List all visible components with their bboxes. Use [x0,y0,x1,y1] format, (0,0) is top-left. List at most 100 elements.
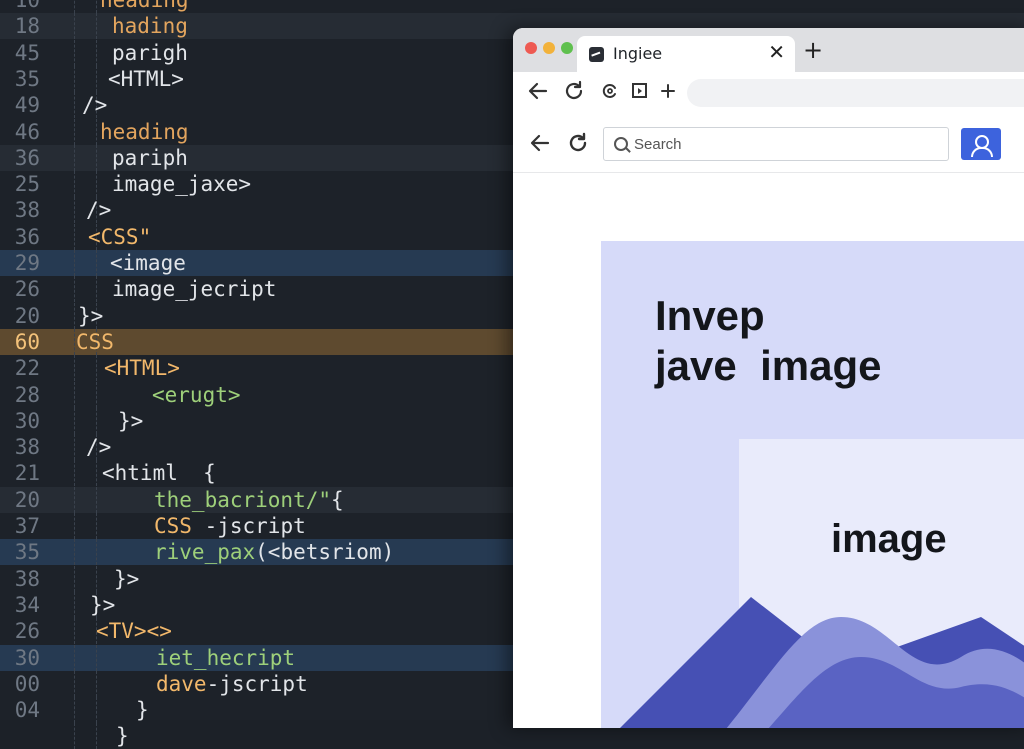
code-token: <image [110,251,186,275]
indent-guide [74,407,76,434]
browser-tab[interactable]: Ingiee ✕ [577,36,795,72]
indent-guide [96,355,98,382]
arrow-left-icon[interactable] [527,80,549,108]
line-number: 00 [14,671,40,696]
code-text: parigh [112,40,188,66]
code-text: }> [118,408,143,434]
indent-guide [96,407,98,434]
arrow-left-icon[interactable] [529,132,551,160]
indent-guide [96,0,98,13]
indent-guide [74,302,76,329]
indent-guide [74,460,76,487]
maximize-window-button[interactable] [561,42,573,54]
close-window-button[interactable] [525,42,537,54]
search-box [603,127,949,161]
indent-guide [74,0,76,13]
code-text: <htiml { [102,460,216,486]
screen-icon[interactable] [629,80,651,108]
code-token: dave [156,671,207,696]
indent-guide [96,565,98,592]
reload-icon[interactable] [563,80,585,108]
code-token: pariph [112,145,188,170]
indent-guide [96,486,98,513]
indent-guide [74,723,76,749]
line-number: 26 [14,277,40,302]
indent-guide [96,381,98,408]
indent-guide [74,197,76,224]
indent-guide [74,486,76,513]
line-number: 49 [14,93,40,118]
indent-guide [96,171,98,198]
indent-guide [96,250,98,276]
code-text: CSS -jscript [154,513,306,539]
indent-guide [74,591,76,618]
reload-icon[interactable] [567,132,589,160]
sync-icon[interactable] [599,80,621,108]
line-number: 20 [14,303,40,328]
code-token: iet_hecript [156,645,296,670]
indent-guide [74,644,76,671]
indent-guide [96,670,98,697]
code-token: (<betsriom) [255,540,395,565]
site-icon [589,47,604,62]
line-number: 29 [14,251,40,275]
line-number: 21 [14,461,40,486]
code-text: <HTML> [104,355,180,381]
code-text: <HTML> [108,66,184,92]
indent-guide [96,13,98,40]
code-text: dave-jscript [156,671,308,697]
code-text: }> [90,592,115,618]
user-account-button[interactable] [961,128,1001,160]
code-line[interactable]: 10 heading [0,0,1024,13]
indent-guide [96,723,98,749]
code-text: pariph [112,145,188,171]
line-number: 25 [14,172,40,197]
line-number: 30 [14,408,40,433]
code-text: }> [114,566,139,592]
code-text: <image [110,250,186,276]
indent-guide [96,39,98,66]
line-number: 18 [14,14,40,39]
code-token: parigh [112,40,188,65]
code-token: image_jecript [112,277,277,302]
code-text: CSS [76,329,114,355]
indent-guide [74,355,76,382]
line-number: 22 [14,356,40,381]
code-text: <TV><> [96,618,172,644]
line-number: 04 [14,698,40,723]
code-text: /> [86,434,111,460]
code-text: image_jecript [112,276,276,302]
code-token: /> [86,435,112,460]
minimize-window-button[interactable] [543,42,555,54]
code-text: rive_pax(<betsriom) [154,539,394,565]
image-card-label: image [831,517,947,561]
plus-icon[interactable] [657,80,679,108]
indent-guide [74,39,76,66]
code-text: }> [78,303,103,329]
indent-guide [74,276,76,303]
line-number: 36 [14,224,40,249]
line-number: 34 [14,592,40,617]
code-token: }> [118,408,144,433]
indent-guide [74,670,76,697]
code-token: heading [100,119,189,144]
indent-guide [74,92,76,119]
indent-guide [74,618,76,645]
line-number: 38 [14,435,40,460]
plus-icon[interactable]: + [803,38,823,62]
code-token: CSS [154,514,192,538]
code-text: <CSS" [88,224,151,250]
line-number: 30 [14,645,40,670]
indent-guide [96,144,98,171]
code-token: CSS [76,329,114,354]
indent-guide [74,223,76,250]
close-icon[interactable]: ✕ [768,40,785,64]
search-input[interactable] [632,128,936,160]
hero-banner: Invep jave image image [601,241,1024,728]
code-text: /> [82,92,107,118]
code-token: heading [100,0,189,12]
line-number: 20 [14,487,40,512]
code-token: hading [112,14,188,39]
code-token: <HTML> [104,356,180,381]
address-bar[interactable] [687,79,1024,107]
